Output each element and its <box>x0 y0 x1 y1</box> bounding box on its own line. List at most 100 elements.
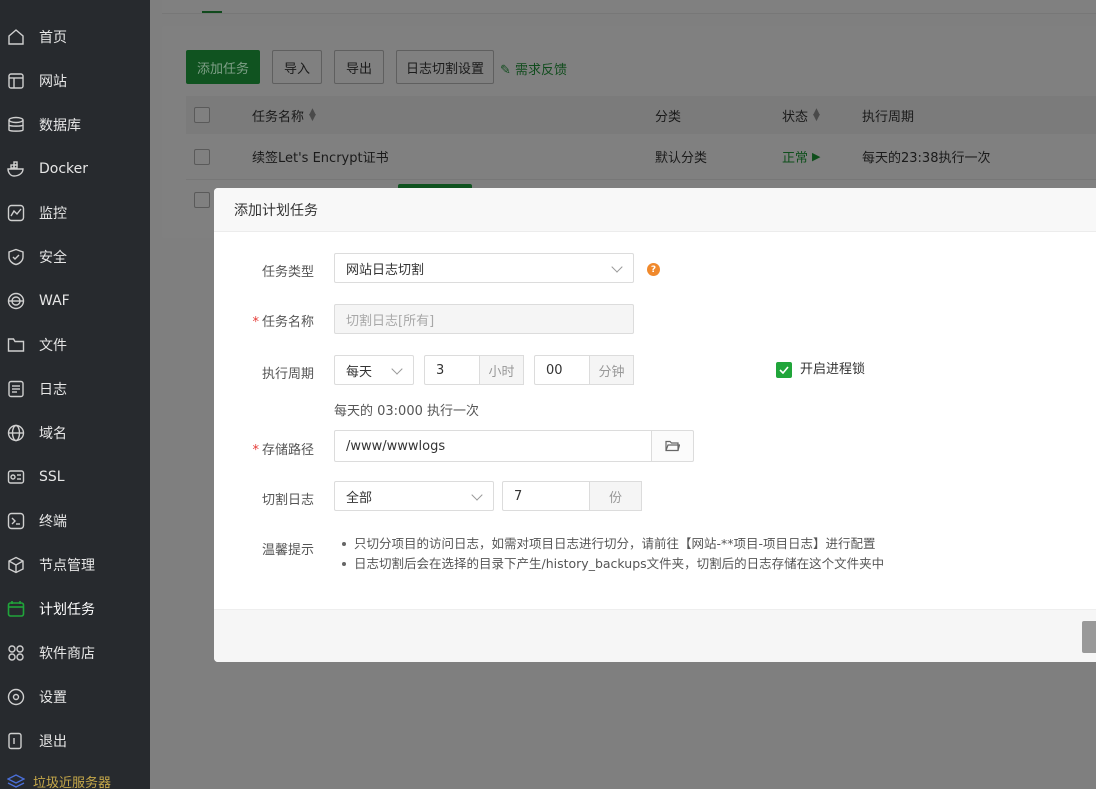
sidebar-item-label: 终端 <box>39 514 67 530</box>
globe-icon <box>7 424 25 442</box>
sidebar-item-website[interactable]: 网站 <box>0 59 150 103</box>
feedback-link[interactable]: ✎ 需求反馈 <box>500 59 567 78</box>
required-mark: * <box>252 443 259 458</box>
task-name-input[interactable]: 切割日志[所有] <box>334 304 634 334</box>
sidebar-server-entry[interactable]: 垃圾近服务器 <box>0 773 150 789</box>
dialog-title: 添加计划任务 <box>214 188 1096 232</box>
header-cycle: 执行周期 <box>862 109 915 125</box>
path-label-text: 存储路径 <box>261 443 314 458</box>
sidebar-item-terminal[interactable]: 终端 <box>0 499 150 543</box>
terminal-icon <box>7 512 25 530</box>
layers-icon <box>7 774 25 788</box>
sidebar-item-settings[interactable]: 设置 <box>0 675 150 719</box>
task-name-label-text: 任务名称 <box>261 315 314 330</box>
row-status-label: 正常 <box>782 151 809 166</box>
sidebar-item-files[interactable]: 文件 <box>0 323 150 367</box>
header-task-name-label: 任务名称 <box>252 109 305 125</box>
log-cut-settings-button[interactable]: 日志切割设置 <box>396 50 494 84</box>
task-type-value: 网站日志切割 <box>346 262 425 278</box>
sidebar-item-monitor[interactable]: 监控 <box>0 191 150 235</box>
sidebar-item-domain[interactable]: 域名 <box>0 411 150 455</box>
row-task-name: 续签Let's Encrypt证书 <box>252 151 389 166</box>
sidebar-item-label: 域名 <box>39 426 67 442</box>
sidebar-item-label: 软件商店 <box>39 646 95 662</box>
task-type-label: 任务类型 <box>261 265 314 280</box>
process-lock-label: 开启进程锁 <box>800 362 866 377</box>
log-icon <box>7 380 25 398</box>
task-name-label: * 任务名称 <box>214 311 314 330</box>
header-status[interactable]: 状态 ▲ ▼ <box>782 96 820 134</box>
table-header: 任务名称 ▲ ▼ 分类 状态 ▲ ▼ 执行周期 <box>186 96 1096 134</box>
cycle-period-select[interactable]: 每天 <box>334 355 414 385</box>
sidebar-item-label: 退出 <box>39 734 67 750</box>
import-button[interactable]: 导入 <box>272 50 322 84</box>
sidebar-item-label: 监控 <box>39 206 67 222</box>
active-tab-indicator <box>202 11 222 13</box>
docker-icon <box>7 160 25 178</box>
sidebar-item-label: 设置 <box>39 690 67 706</box>
table-row[interactable]: 续签Let's Encrypt证书 默认分类 正常 ▶ 每天的23:38执行一次 <box>186 134 1096 180</box>
keep-count-input[interactable]: 7 <box>502 481 590 511</box>
sidebar-item-label: 首页 <box>39 30 67 46</box>
sidebar-item-ssl[interactable]: SSL <box>0 455 150 499</box>
row-checkbox[interactable] <box>194 148 210 165</box>
sidebar-item-app-store[interactable]: 软件商店 <box>0 631 150 675</box>
sidebar-item-logout[interactable]: 退出 <box>0 719 150 763</box>
export-button[interactable]: 导出 <box>334 50 384 84</box>
sidebar-item-logs[interactable]: 日志 <box>0 367 150 411</box>
gear-icon <box>7 688 25 706</box>
cycle-label: 执行周期 <box>261 367 314 382</box>
list-item: 只切分项目的访问日志，如需对项目日志进行切分，请前往【网站-**项目-项目日志】… <box>340 534 884 554</box>
list-item: 日志切割后会在选择的目录下产生/history_backups文件夹，切割后的日… <box>340 554 884 574</box>
tips-list: 只切分项目的访问日志，如需对项目日志进行切分，请前往【网站-**项目-项目日志】… <box>340 534 884 574</box>
folder-icon <box>7 336 25 354</box>
row-status[interactable]: 正常 ▶ <box>782 134 820 179</box>
hour-input[interactable]: 3 <box>424 355 480 385</box>
sidebar-item-label: 安全 <box>39 250 67 266</box>
feedback-label: 需求反馈 <box>515 63 568 78</box>
sidebar-item-home[interactable]: 首页 <box>0 15 150 59</box>
footer-checkbox[interactable] <box>194 192 210 208</box>
apps-icon <box>7 644 25 662</box>
chevron-down-icon <box>471 489 483 501</box>
sidebar: 首页 网站 数据库 Docker 监控 安全 WAF 文件 日志 域名 SSL <box>0 0 150 789</box>
sidebar-item-security[interactable]: 安全 <box>0 235 150 279</box>
add-task-dialog: 添加计划任务 任务类型 网站日志切割 ? * 任务名称 切割日志[所有] 执行周期… <box>214 188 1096 662</box>
process-lock-checkbox[interactable] <box>776 362 792 378</box>
path-input[interactable]: /www/wwwlogs <box>334 430 652 462</box>
sidebar-item-nodes[interactable]: 节点管理 <box>0 543 150 587</box>
hour-unit: 小时 <box>480 355 524 385</box>
sidebar-item-docker[interactable]: Docker <box>0 147 150 191</box>
dialog-footer <box>214 609 1096 662</box>
header-task-name[interactable]: 任务名称 ▲ ▼ <box>252 96 316 134</box>
website-icon <box>7 72 25 90</box>
home-icon <box>7 28 25 46</box>
task-type-select[interactable]: 网站日志切割 <box>334 253 634 283</box>
header-category: 分类 <box>655 109 682 125</box>
sidebar-item-label: 计划任务 <box>39 602 95 618</box>
waf-icon <box>7 292 25 310</box>
sidebar-item-waf[interactable]: WAF <box>0 279 150 323</box>
sort-icon: ▲ ▼ <box>813 107 820 123</box>
sidebar-item-label: 文件 <box>39 338 67 354</box>
help-icon[interactable]: ? <box>647 263 660 276</box>
calendar-icon <box>7 600 25 618</box>
select-all-checkbox[interactable] <box>194 107 210 123</box>
sidebar-item-label: 日志 <box>39 382 67 398</box>
cut-log-value: 全部 <box>346 490 373 506</box>
minute-input[interactable]: 00 <box>534 355 590 385</box>
minute-unit: 分钟 <box>590 355 634 385</box>
required-mark: * <box>252 315 259 330</box>
sidebar-item-database[interactable]: 数据库 <box>0 103 150 147</box>
add-task-button[interactable]: 添加任务 <box>186 50 260 84</box>
header-status-label: 状态 <box>782 109 809 125</box>
monitor-icon <box>7 204 25 222</box>
cut-log-select[interactable]: 全部 <box>334 481 494 511</box>
sidebar-item-label: WAF <box>39 293 70 309</box>
tab-bar <box>162 0 1096 14</box>
tips-label: 温馨提示 <box>261 543 314 558</box>
database-icon <box>7 116 25 134</box>
sidebar-item-cron[interactable]: 计划任务 <box>0 587 150 631</box>
confirm-button[interactable] <box>1082 621 1096 653</box>
browse-folder-button[interactable] <box>651 430 694 462</box>
